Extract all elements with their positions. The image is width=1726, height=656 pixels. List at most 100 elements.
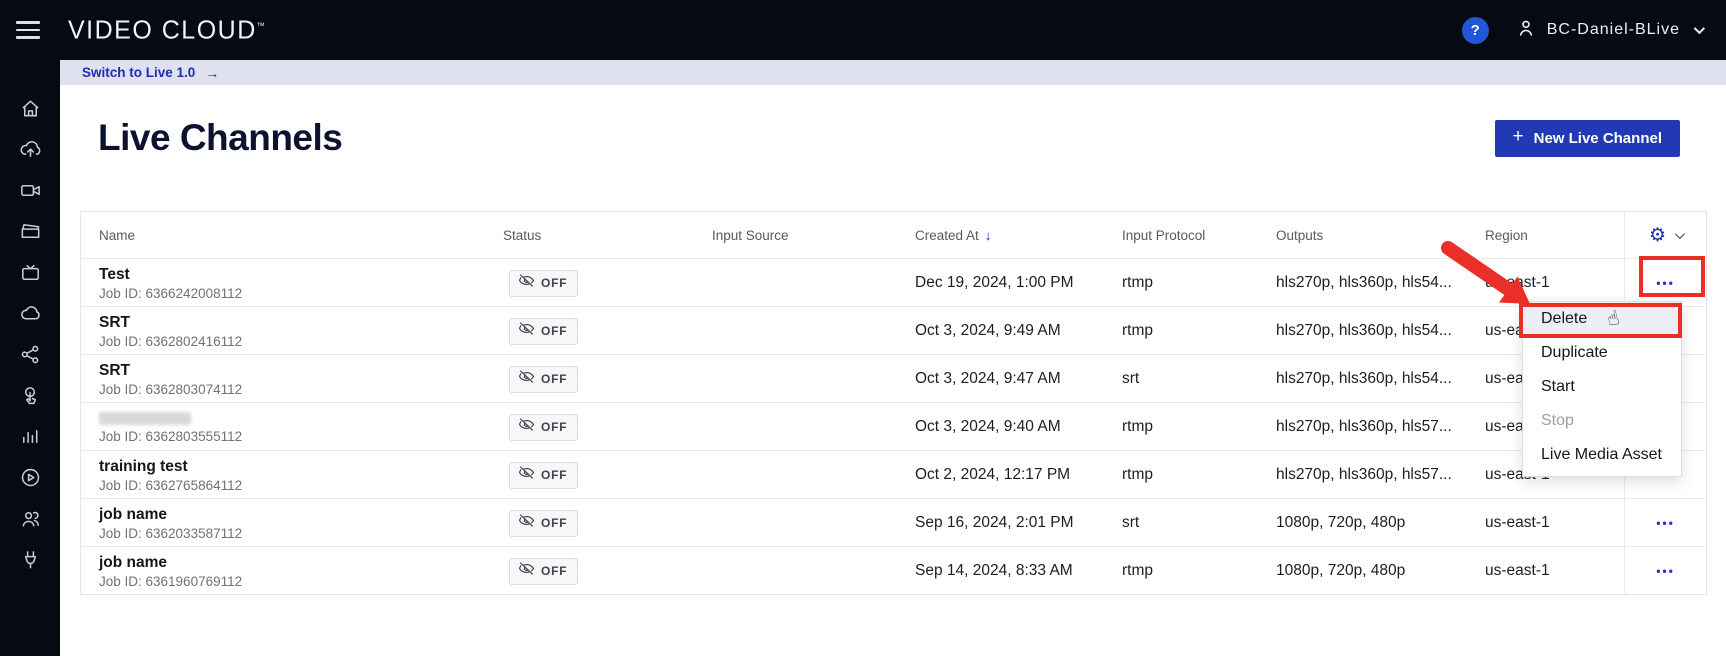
menu-item-stop: Stop bbox=[1523, 404, 1681, 438]
channel-name[interactable] bbox=[99, 412, 191, 425]
status-badge: OFF bbox=[509, 318, 578, 345]
top-bar: VIDEO CLOUD™ ? BC-Daniel-BLive bbox=[0, 0, 1726, 60]
menu-item-duplicate[interactable]: Duplicate bbox=[1523, 336, 1681, 370]
analytics-icon[interactable] bbox=[18, 424, 42, 448]
status-badge: OFF bbox=[509, 270, 578, 297]
table-row[interactable]: SRT Job ID: 6362803074112 OFF Oct 3, 202… bbox=[81, 354, 1706, 402]
menu-item-delete[interactable]: Delete bbox=[1523, 302, 1681, 336]
table-row[interactable]: Job ID: 6362803555112 OFF Oct 3, 2024, 9… bbox=[81, 402, 1706, 450]
column-header-status[interactable]: Status bbox=[503, 228, 712, 243]
job-id: Job ID: 6366242008112 bbox=[99, 285, 503, 302]
chevron-down-icon[interactable] bbox=[1675, 229, 1685, 239]
region-cell: us-east-1 bbox=[1485, 514, 1624, 532]
eye-off-icon bbox=[518, 272, 535, 294]
eye-off-icon bbox=[518, 368, 535, 390]
integrations-plug-icon[interactable] bbox=[18, 547, 42, 571]
home-icon[interactable] bbox=[18, 96, 42, 120]
channel-name[interactable]: SRT bbox=[99, 313, 503, 332]
status-badge: OFF bbox=[509, 510, 578, 537]
eye-off-icon bbox=[518, 512, 535, 534]
created-at-cell: Dec 19, 2024, 1:00 PM bbox=[915, 274, 1122, 292]
hamburger-menu-icon[interactable] bbox=[16, 21, 40, 38]
status-text: OFF bbox=[541, 564, 567, 578]
menu-item-start[interactable]: Start bbox=[1523, 370, 1681, 404]
input-protocol-cell: srt bbox=[1122, 370, 1276, 388]
video-cloud-logo: VIDEO CLOUD™ bbox=[68, 15, 265, 45]
column-header-input-source[interactable]: Input Source bbox=[712, 228, 915, 243]
input-protocol-cell: rtmp bbox=[1122, 274, 1276, 292]
table-row[interactable]: SRT Job ID: 6362802416112 OFF Oct 3, 202… bbox=[81, 306, 1706, 354]
input-protocol-cell: rtmp bbox=[1122, 562, 1276, 580]
outputs-cell: hls270p, hls360p, hls57... bbox=[1276, 418, 1485, 436]
row-actions-context-menu: Delete Duplicate Start Stop Live Media A… bbox=[1522, 301, 1682, 477]
menu-item-live-media-asset[interactable]: Live Media Asset bbox=[1523, 438, 1681, 472]
new-live-channel-button[interactable]: + New Live Channel bbox=[1495, 120, 1680, 157]
job-id: Job ID: 6362802416112 bbox=[99, 333, 503, 350]
column-header-region[interactable]: Region bbox=[1485, 228, 1624, 243]
arrow-right-icon: → bbox=[205, 65, 219, 81]
table-row[interactable]: job name Job ID: 6362033587112 OFF Sep 1… bbox=[81, 498, 1706, 546]
job-id: Job ID: 6362765864112 bbox=[99, 477, 503, 494]
playlists-icon[interactable] bbox=[18, 219, 42, 243]
row-actions-ellipsis-button[interactable]: ••• bbox=[1656, 564, 1675, 578]
job-id: Job ID: 6362803555112 bbox=[99, 428, 503, 445]
help-button[interactable]: ? bbox=[1462, 17, 1489, 44]
row-actions-ellipsis-button[interactable]: ••• bbox=[1656, 516, 1675, 530]
sort-descending-icon[interactable]: ↓ bbox=[985, 227, 992, 243]
region-cell: us-east-1 bbox=[1485, 562, 1624, 580]
status-text: OFF bbox=[541, 516, 567, 530]
interactivity-icon[interactable] bbox=[18, 383, 42, 407]
switch-to-live-banner[interactable]: Switch to Live 1.0 → bbox=[60, 60, 1726, 85]
column-header-input-protocol[interactable]: Input Protocol bbox=[1122, 228, 1276, 243]
page-title: Live Channels bbox=[98, 117, 342, 159]
live-channels-table: Name Status Input Source Created At↓ Inp… bbox=[80, 211, 1707, 595]
video-camera-icon[interactable] bbox=[18, 178, 42, 202]
eye-off-icon bbox=[518, 416, 535, 438]
input-protocol-cell: rtmp bbox=[1122, 466, 1276, 484]
created-at-cell: Oct 3, 2024, 9:47 AM bbox=[915, 370, 1122, 388]
outputs-cell: hls270p, hls360p, hls54... bbox=[1276, 322, 1485, 340]
switch-to-live-link[interactable]: Switch to Live 1.0 bbox=[82, 65, 195, 80]
table-row[interactable]: job name Job ID: 6361960769112 OFF Sep 1… bbox=[81, 546, 1706, 594]
audience-icon[interactable] bbox=[18, 506, 42, 530]
cloud-icon[interactable] bbox=[18, 301, 42, 325]
input-protocol-cell: rtmp bbox=[1122, 322, 1276, 340]
outputs-cell: hls270p, hls360p, hls57... bbox=[1276, 466, 1485, 484]
status-badge: OFF bbox=[509, 414, 578, 441]
status-text: OFF bbox=[541, 468, 567, 482]
channel-name[interactable]: training test bbox=[99, 457, 503, 476]
eye-off-icon bbox=[518, 320, 535, 342]
row-actions-ellipsis-button[interactable]: ••• bbox=[1656, 276, 1675, 290]
main-content: Switch to Live 1.0 → Live Channels + New… bbox=[60, 60, 1726, 656]
column-header-outputs[interactable]: Outputs bbox=[1276, 228, 1485, 243]
outputs-cell: hls270p, hls360p, hls54... bbox=[1276, 274, 1485, 292]
live-tv-icon[interactable] bbox=[18, 260, 42, 284]
channel-name[interactable]: SRT bbox=[99, 361, 503, 380]
column-settings-gear-icon[interactable]: ⚙ bbox=[1649, 226, 1666, 245]
channel-name[interactable]: job name bbox=[99, 505, 503, 524]
input-protocol-cell: srt bbox=[1122, 514, 1276, 532]
cloud-upload-icon[interactable] bbox=[18, 137, 42, 161]
account-menu[interactable]: BC-Daniel-BLive bbox=[1515, 17, 1702, 44]
user-icon bbox=[1515, 17, 1537, 44]
channel-name[interactable]: job name bbox=[99, 553, 503, 572]
social-sharing-icon[interactable] bbox=[18, 342, 42, 366]
column-header-created-at[interactable]: Created At↓ bbox=[915, 227, 1122, 243]
outputs-cell: 1080p, 720p, 480p bbox=[1276, 562, 1485, 580]
chevron-down-icon[interactable] bbox=[1694, 23, 1705, 34]
table-row[interactable]: training test Job ID: 6362765864112 OFF … bbox=[81, 450, 1706, 498]
region-cell: us-east-1 bbox=[1485, 274, 1624, 292]
status-text: OFF bbox=[541, 372, 567, 386]
table-row[interactable]: Test Job ID: 6366242008112 OFF Dec 19, 2… bbox=[81, 258, 1706, 306]
status-text: OFF bbox=[541, 276, 567, 290]
channel-name[interactable]: Test bbox=[99, 265, 503, 284]
table-body: Test Job ID: 6366242008112 OFF Dec 19, 2… bbox=[81, 258, 1706, 594]
status-badge: OFF bbox=[509, 366, 578, 393]
created-at-cell: Oct 3, 2024, 9:49 AM bbox=[915, 322, 1122, 340]
column-header-name[interactable]: Name bbox=[81, 228, 503, 243]
trademark: ™ bbox=[257, 21, 265, 30]
job-id: Job ID: 6361960769112 bbox=[99, 573, 503, 590]
created-at-cell: Sep 14, 2024, 8:33 AM bbox=[915, 562, 1122, 580]
players-icon[interactable] bbox=[18, 465, 42, 489]
outputs-cell: 1080p, 720p, 480p bbox=[1276, 514, 1485, 532]
